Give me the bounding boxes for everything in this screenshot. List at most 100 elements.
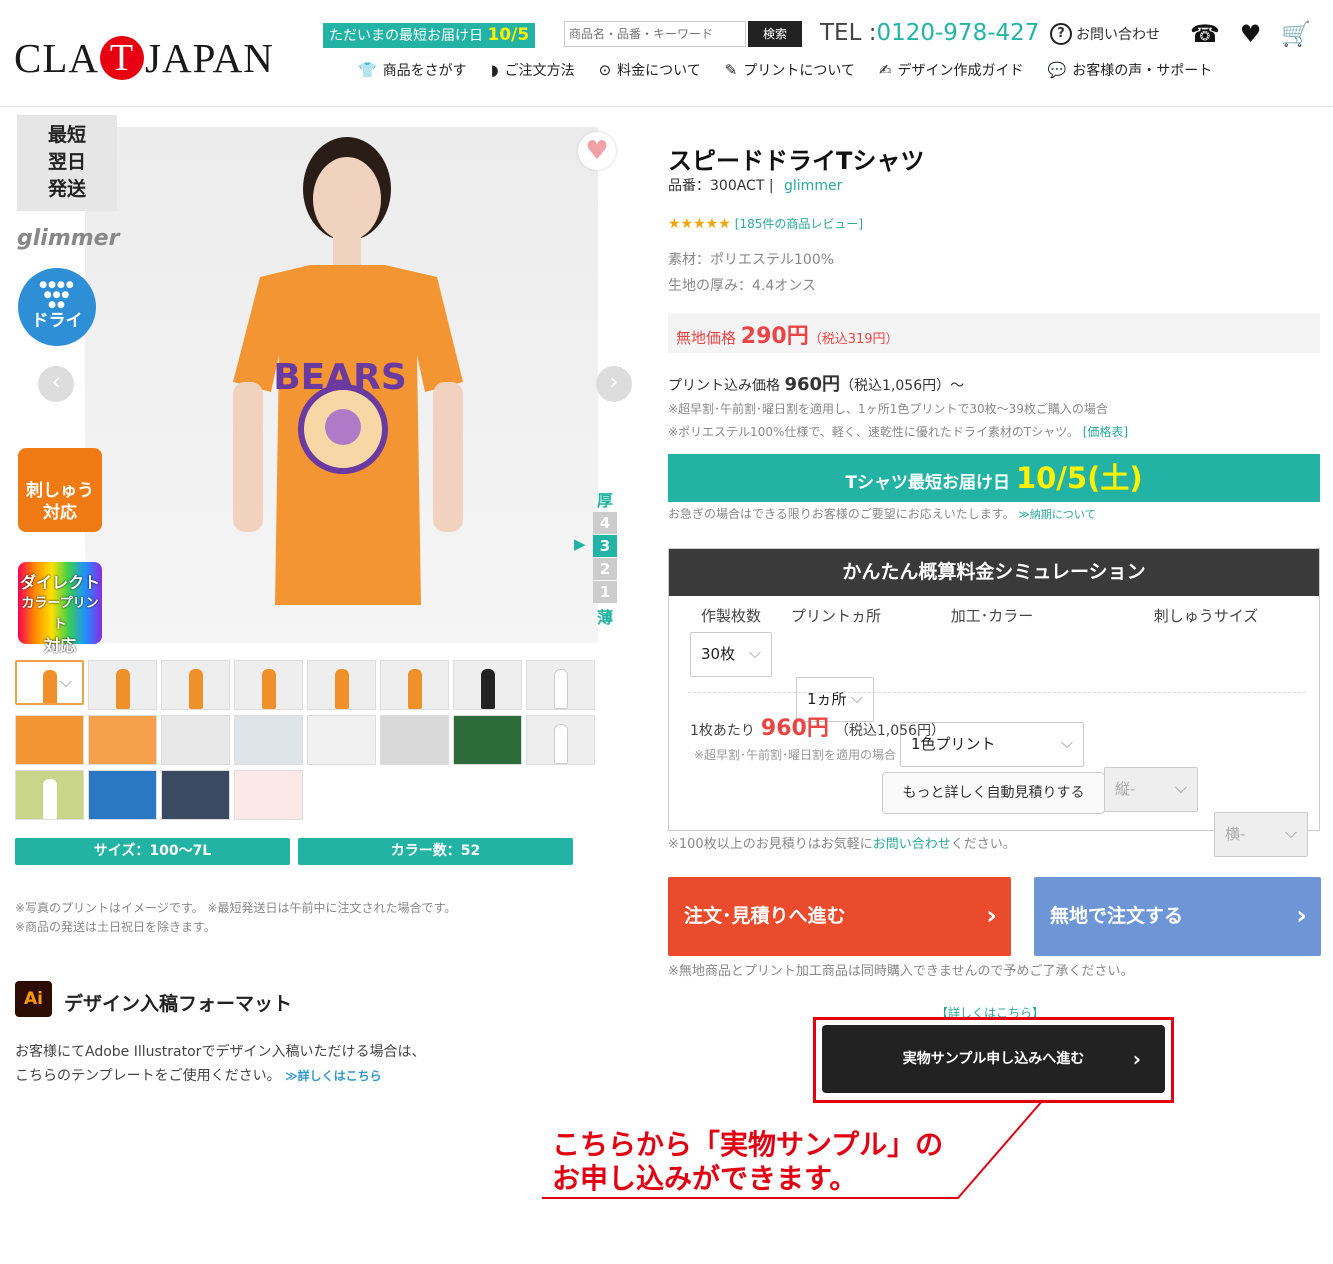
detailed-estimate-button[interactable]: もっと詳しく自動見積りする xyxy=(882,772,1105,814)
gallery-next-button[interactable]: › xyxy=(596,366,632,402)
brand-link[interactable]: glimmer xyxy=(784,178,842,194)
thumbnail[interactable] xyxy=(161,715,230,765)
rating: ★★★★★ [185件の商品レビュー] xyxy=(668,215,863,232)
thumbnail[interactable] xyxy=(88,715,157,765)
thumbnail[interactable] xyxy=(234,660,303,710)
nav-label: 商品をさがす xyxy=(382,63,467,79)
yen-icon: ⊙ xyxy=(598,61,612,79)
illustrator-icon: Ai xyxy=(15,981,52,1017)
blank-order-button[interactable]: 無地で注文する › xyxy=(1034,877,1321,956)
model-illustration: BEARS xyxy=(233,137,463,605)
thumbnail[interactable] xyxy=(234,770,303,820)
price-label: プリント込み価格 xyxy=(668,378,780,394)
thumbnail[interactable] xyxy=(526,715,595,765)
size-range-pill: サイズ：100～7L xyxy=(15,838,290,865)
thumbnail-grid xyxy=(15,660,599,825)
badge-line: 刺しゅう xyxy=(26,481,94,501)
dry-badge: ●●●● ●●● ●● ドライ xyxy=(18,268,96,346)
thumbnail[interactable] xyxy=(88,660,157,710)
question-icon: ? xyxy=(1050,23,1072,45)
dry-label: ドライ xyxy=(31,311,83,331)
sim-divider xyxy=(688,692,1306,693)
qty-select[interactable]: 30枚 xyxy=(690,631,772,677)
template-link[interactable]: ≫詳しくはこちら xyxy=(285,1069,382,1083)
thumbnail[interactable] xyxy=(15,660,84,705)
delivery-banner: Tシャツ最短お届け日 10/5(土) xyxy=(668,454,1320,502)
thumbnail[interactable] xyxy=(15,770,84,820)
thickness-meter: ▶ 厚 4 3 2 1 薄 xyxy=(574,487,617,628)
design-format-desc: お客様にてAdobe Illustratorでデザイン入稿いただける場合は、 こ… xyxy=(15,1040,425,1088)
material-note: ※ポリエステル100%仕様で、軽く、速乾性に優れたドライ素材のTシャツ。 xyxy=(668,425,1079,439)
thumbnail[interactable] xyxy=(161,660,230,710)
order-estimate-button[interactable]: 注文･見積りへ進む › xyxy=(668,877,1011,956)
thumbnail[interactable] xyxy=(380,660,449,710)
desc-line: お客様にてAdobe Illustratorでデザイン入稿いただける場合は、 xyxy=(15,1044,426,1060)
nav-item-order[interactable]: ◗ ご注文方法 xyxy=(491,60,575,80)
cart-icon[interactable]: 🛒 xyxy=(1281,20,1311,48)
contact-link[interactable]: ? お問い合わせ xyxy=(1050,23,1160,45)
delivery-date-badge: ただいまの最短お届け日 10/5 xyxy=(323,23,536,48)
thumbnail[interactable] xyxy=(526,660,595,710)
thumbnail[interactable] xyxy=(161,770,230,820)
photo-note: ※写真のプリントはイメージです。 ※最短発送日は午前中に注文された場合です。 xyxy=(15,901,457,915)
site-logo[interactable]: CLA T JAPAN xyxy=(14,34,274,82)
desc-line: こちらのテンプレートをご使用ください。 xyxy=(15,1068,281,1084)
header-divider xyxy=(0,106,1333,107)
shipping-note: ※商品の発送は土日祝日を除きます。 xyxy=(15,920,216,934)
delivery-link[interactable]: ≫納期について xyxy=(1018,508,1095,521)
thumbnail[interactable] xyxy=(453,715,522,765)
thumbnail[interactable] xyxy=(234,715,303,765)
emb-vertical-select[interactable]: 縦- xyxy=(1104,766,1198,812)
thumbnail[interactable] xyxy=(307,660,376,710)
tel-label: TEL : xyxy=(820,20,877,46)
simulator-title: かんたん概算料金シミュレーション xyxy=(669,549,1319,596)
heart-icon[interactable]: ♥ xyxy=(1240,20,1262,48)
callout-line: こちらから「実物サンプル」の xyxy=(552,1128,944,1161)
nav-item-price[interactable]: ⊙ 料金について xyxy=(599,60,701,80)
nav-item-support[interactable]: 💬 お客様の声・サポート xyxy=(1048,60,1213,80)
delivery-note: お急ぎの場合はできる限りお客様のご要望にお応えいたします。 ≫納期について xyxy=(668,505,1096,522)
code-text: 品番：300ACT xyxy=(668,178,765,194)
thumbnail[interactable] xyxy=(88,770,157,820)
thumbnail[interactable] xyxy=(380,715,449,765)
gallery-prev-button[interactable]: ‹ xyxy=(38,366,74,402)
badge-line: 対応 xyxy=(43,503,77,523)
search-input[interactable] xyxy=(564,21,746,47)
delivery-date: 10/5 xyxy=(487,25,530,45)
thickness-level-current: 3 xyxy=(593,535,617,557)
per-item-price: 1枚あたり 960円 （税込1,056円） xyxy=(690,710,945,742)
per-label: 1枚あたり xyxy=(690,723,755,739)
thumbnail[interactable] xyxy=(307,715,376,765)
thumbnail[interactable] xyxy=(453,660,522,710)
emb-size-label: 刺しゅうサイズ xyxy=(1153,607,1259,625)
thickness-level: 4 xyxy=(593,512,617,534)
discount-note: ※超早割･午前割･曜日割を適用し、1ヶ所1色プリントで30枚～39枚ご購入の場合 xyxy=(668,402,1108,416)
tel-number[interactable]: TEL :0120-978-427 xyxy=(820,20,1039,46)
color-label: 加工･カラー xyxy=(950,607,1034,625)
search-button[interactable]: 検索 xyxy=(748,21,802,47)
contact-label: お問い合わせ xyxy=(1076,27,1160,43)
brush-icon: ✎ xyxy=(724,61,738,79)
nav-item-design[interactable]: ✍ デザイン作成ガイド xyxy=(879,60,1024,80)
chevron-right-icon: › xyxy=(1132,1047,1141,1071)
places-label: プリントヵ所 xyxy=(790,607,881,625)
delivery-label: ただいまの最短お届け日 xyxy=(329,28,483,44)
nav-item-print[interactable]: ✎ プリントについて xyxy=(725,60,855,80)
review-link[interactable]: [185件の商品レビュー] xyxy=(735,217,863,231)
price-table-link[interactable]: [価格表] xyxy=(1083,425,1128,439)
sample-request-button[interactable]: 実物サンプル申し込みへ進む › xyxy=(822,1025,1165,1093)
pen-icon: ✍ xyxy=(878,61,892,79)
nav-item-products[interactable]: 👕 商品をさがす xyxy=(358,60,467,80)
product-main-photo[interactable]: BEARS xyxy=(85,127,598,643)
badge-line: 発送 xyxy=(47,178,86,200)
inquiry-link[interactable]: お問い合わせ xyxy=(873,837,951,852)
favorite-heart-icon[interactable]: ♥ xyxy=(578,132,616,170)
phone-icon[interactable]: ☎ xyxy=(1190,20,1220,48)
thumbnail[interactable] xyxy=(15,715,84,765)
chat-icon: 💬 xyxy=(1047,61,1067,79)
main-nav: 👕 商品をさがす ◗ ご注文方法 ⊙ 料金について ✎ プリントについて ✍ デザイン作成… xyxy=(358,60,1212,80)
badge-line: ダイレクト xyxy=(19,573,100,592)
emb-horizontal-select[interactable]: 横- xyxy=(1214,811,1308,857)
product-code: 品番：300ACT | glimmer xyxy=(668,178,843,194)
button-label: 無地で注文する xyxy=(1050,905,1184,927)
